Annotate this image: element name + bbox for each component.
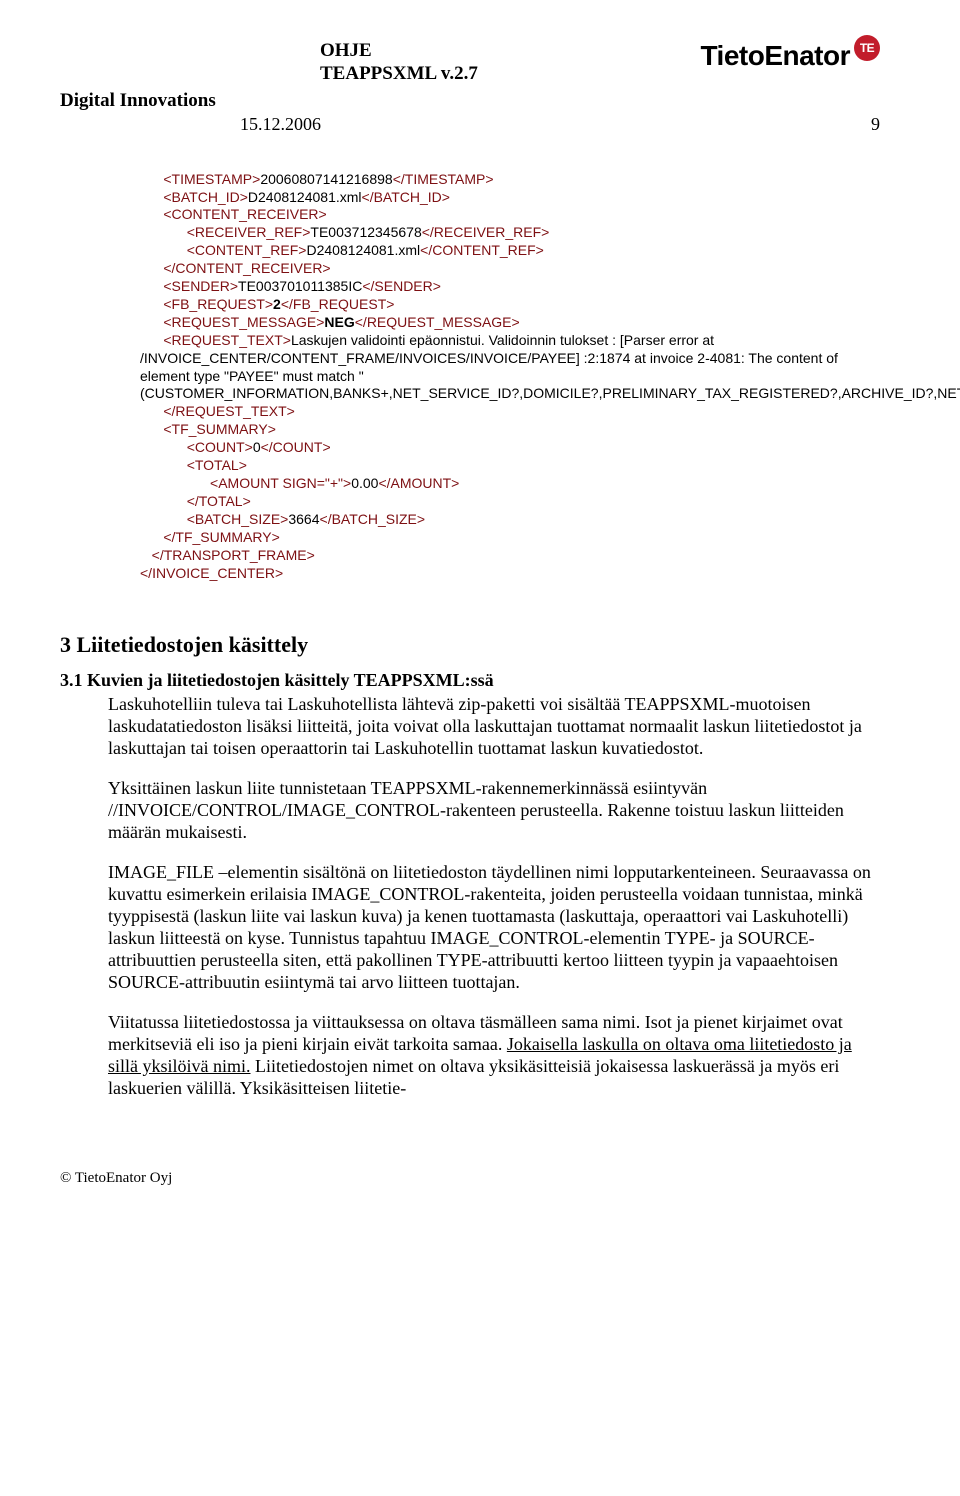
xml-tag: <BATCH_ID> — [163, 189, 248, 205]
xml-tag: <RECEIVER_REF> — [187, 224, 311, 240]
xml-value: 0.00 — [351, 475, 378, 491]
brand-mark-icon: TE — [854, 35, 880, 61]
xml-tag: </TF_SUMMARY> — [163, 529, 279, 545]
xml-tag: <TIMESTAMP> — [163, 171, 260, 187]
xml-value: TE003712345678 — [310, 224, 421, 240]
doc-title: TEAPPSXML v.2.7 — [320, 63, 700, 86]
xml-tag: </FB_REQUEST> — [281, 296, 395, 312]
header-center: OHJE TEAPPSXML v.2.7 — [320, 40, 700, 86]
xml-tag: <BATCH_SIZE> — [187, 511, 289, 527]
xml-tag: <AMOUNT SIGN="+"> — [210, 475, 351, 491]
xml-tag: </TIMESTAMP> — [393, 171, 494, 187]
xml-value: TE003701011385IC — [238, 278, 362, 294]
xml-tag: <REQUEST_MESSAGE> — [163, 314, 324, 330]
xml-tag: <FB_REQUEST> — [163, 296, 273, 312]
xml-tag: <COUNT> — [187, 439, 253, 455]
section-3-title: 3 Liitetiedostojen käsittely — [60, 632, 880, 658]
xml-code-block: <TIMESTAMP>20060807141216898</TIMESTAMP>… — [140, 171, 880, 583]
paragraph-2: Yksittäinen laskun liite tunnistetaan TE… — [108, 778, 880, 844]
xml-tag: <REQUEST_TEXT> — [163, 332, 291, 348]
xml-tag: <CONTENT_REF> — [187, 242, 307, 258]
page-header: OHJE TEAPPSXML v.2.7 TietoEnator TE — [60, 40, 880, 86]
xml-tag: <TOTAL> — [187, 457, 247, 473]
xml-tag: </SENDER> — [362, 278, 441, 294]
xml-value: 3664 — [288, 511, 319, 527]
division-name: Digital Innovations — [60, 90, 880, 112]
xml-tag: </TRANSPORT_FRAME> — [152, 547, 315, 563]
paragraph-3: IMAGE_FILE –elementin sisältönä on liite… — [108, 862, 880, 994]
xml-tag: <SENDER> — [163, 278, 238, 294]
xml-tag: </CONTENT_RECEIVER> — [163, 260, 330, 276]
xml-tag: </REQUEST_MESSAGE> — [355, 314, 520, 330]
subsection-3-1-title: 3.1 Kuvien ja liitetiedostojen käsittely… — [60, 670, 494, 690]
xml-tag: </COUNT> — [261, 439, 331, 455]
xml-tag: </BATCH_ID> — [362, 189, 450, 205]
xml-tag: </INVOICE_CENTER> — [140, 565, 283, 581]
xml-tag: <CONTENT_RECEIVER> — [163, 206, 326, 222]
xml-tag: </CONTENT_REF> — [420, 242, 544, 258]
xml-value: D2408124081.xml — [307, 242, 421, 258]
document-date: 15.12.2006 — [240, 114, 321, 135]
page-container: OHJE TEAPPSXML v.2.7 TietoEnator TE Digi… — [0, 0, 960, 1227]
page-footer: © TietoEnator Oyj — [60, 1170, 880, 1187]
paragraph-1: Laskuhotelliin tuleva tai Laskuhotellist… — [108, 694, 880, 760]
brand-logo: TietoEnator TE — [700, 40, 880, 72]
xml-tag: </TOTAL> — [187, 493, 251, 509]
xml-value: 2 — [273, 296, 281, 312]
xml-tag: </AMOUNT> — [378, 475, 459, 491]
doc-type: OHJE — [320, 40, 700, 63]
xml-value: 20060807141216898 — [260, 171, 392, 187]
xml-value: D2408124081.xml — [248, 189, 362, 205]
page-number: 9 — [871, 114, 880, 135]
date-line: 15.12.2006 9 — [60, 114, 880, 135]
xml-value: NEG — [324, 314, 354, 330]
paragraph-4: Viitatussa liitetiedostossa ja viittauks… — [108, 1012, 880, 1100]
xml-tag: </BATCH_SIZE> — [320, 511, 426, 527]
section-3-body: 3.1 Kuvien ja liitetiedostojen käsittely… — [108, 670, 880, 1099]
brand-text: TietoEnator — [700, 40, 850, 72]
xml-value: 0 — [253, 439, 261, 455]
xml-tag: </REQUEST_TEXT> — [163, 403, 294, 419]
xml-tag: <TF_SUMMARY> — [163, 421, 276, 437]
xml-tag: </RECEIVER_REF> — [422, 224, 550, 240]
